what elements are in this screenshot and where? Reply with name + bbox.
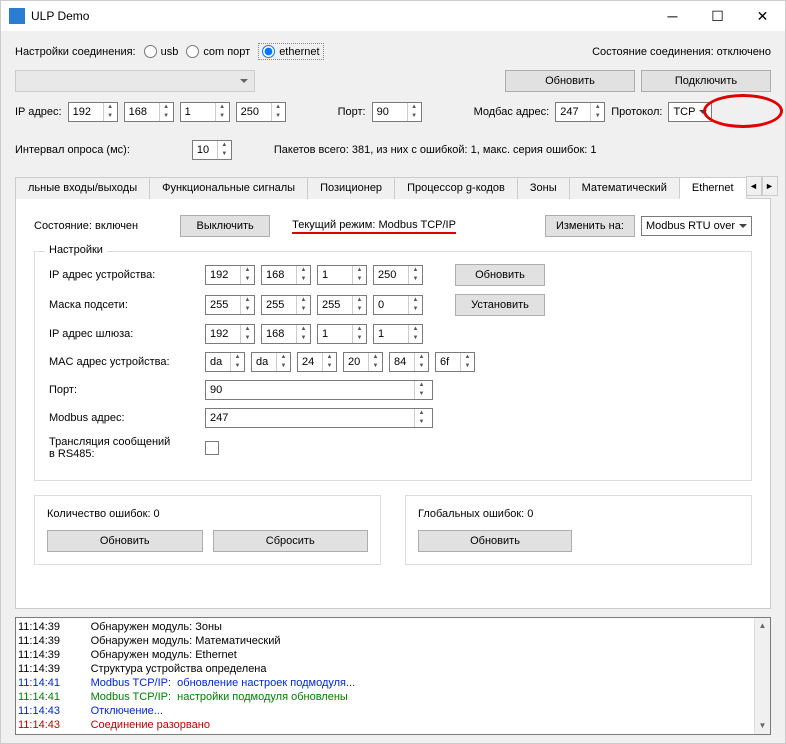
eth-port-input[interactable]: ▲▼ xyxy=(205,380,433,400)
tab-gcode[interactable]: Процессор g-кодов xyxy=(394,177,518,199)
eth-mac-2[interactable]: ▲▼ xyxy=(251,352,291,372)
eth-port-label: Порт: xyxy=(49,384,199,396)
log-line: 11:14:41 Modbus TCP/IP: обновление настр… xyxy=(18,676,768,690)
eth-mask-1[interactable]: ▲▼ xyxy=(205,295,255,315)
radio-com[interactable]: com порт xyxy=(186,45,250,58)
eth-rs485-label: Трансляция сообщений в RS485: xyxy=(49,436,199,460)
tabstrip: льные входы/выходы Функциональные сигнал… xyxy=(15,176,771,199)
eth-settings-fieldset: Настройки IP адрес устройства: ▲▼ ▲▼ ▲▼ … xyxy=(34,251,752,481)
global-errors-refresh[interactable]: Обновить xyxy=(418,530,572,552)
tab-func-signals[interactable]: Функциональные сигналы xyxy=(149,177,308,199)
eth-state: Состояние: включен xyxy=(34,220,138,232)
log-line: 11:14:39 Структура устройства определена xyxy=(18,662,768,676)
tab-ethernet[interactable]: Ethernet xyxy=(679,177,747,199)
ip-octet-1[interactable]: ▲▼ xyxy=(68,102,118,122)
log-line: 11:14:39 Обнаружен модуль: Ethernet xyxy=(18,648,768,662)
eth-rs485-checkbox[interactable] xyxy=(205,441,219,455)
device-dropdown[interactable] xyxy=(15,70,255,92)
eth-mac-3[interactable]: ▲▼ xyxy=(297,352,337,372)
scroll-up-icon[interactable]: ▲ xyxy=(755,618,770,634)
eth-gw-label: IP адрес шлюза: xyxy=(49,328,199,340)
refresh-button[interactable]: Обновить xyxy=(505,70,635,92)
tab-scroll-right[interactable]: ► xyxy=(762,176,778,196)
ethernet-panel: Состояние: включен Выключить Текущий реж… xyxy=(15,199,771,609)
eth-ipdev-4[interactable]: ▲▼ xyxy=(373,265,423,285)
port-input[interactable]: ▲▼ xyxy=(372,102,422,122)
eth-mac-4[interactable]: ▲▼ xyxy=(343,352,383,372)
scroll-down-icon[interactable]: ▼ xyxy=(755,718,770,734)
tab-scroll-left[interactable]: ◄ xyxy=(746,176,762,196)
log-line: 11:14:41 Modbus TCP/IP: настройки подмод… xyxy=(18,690,768,704)
eth-ipdev-3[interactable]: ▲▼ xyxy=(317,265,367,285)
eth-mask-2[interactable]: ▲▼ xyxy=(261,295,311,315)
local-errors-count: Количество ошибок: 0 xyxy=(47,508,368,520)
ip-octet-2[interactable]: ▲▼ xyxy=(124,102,174,122)
packets-info: Пакетов всего: 381, из них с ошибкой: 1,… xyxy=(274,144,597,156)
ip-octet-4[interactable]: ▲▼ xyxy=(236,102,286,122)
annotation-circle-protocol xyxy=(703,94,783,128)
radio-ethernet[interactable]: ethernet xyxy=(258,43,323,60)
close-button[interactable]: ✕ xyxy=(740,1,785,31)
eth-gw-2[interactable]: ▲▼ xyxy=(261,324,311,344)
eth-mask-3[interactable]: ▲▼ xyxy=(317,295,367,315)
eth-gw-3[interactable]: ▲▼ xyxy=(317,324,367,344)
ip-label: IP адрес: xyxy=(15,106,62,118)
eth-mask-label: Маска подсети: xyxy=(49,299,199,311)
tab-positioner[interactable]: Позиционер xyxy=(307,177,395,199)
app-icon xyxy=(9,8,25,24)
eth-modbus-input[interactable]: ▲▼ xyxy=(205,408,433,428)
global-errors-box: Глобальных ошибок: 0 Обновить xyxy=(405,495,752,565)
eth-ipdev-2[interactable]: ▲▼ xyxy=(261,265,311,285)
eth-mac-1[interactable]: ▲▼ xyxy=(205,352,245,372)
eth-gw-4[interactable]: ▲▼ xyxy=(373,324,423,344)
eth-mode-text: Текущий режим: Modbus TCP/IP xyxy=(292,219,456,234)
eth-off-button[interactable]: Выключить xyxy=(180,215,270,237)
eth-ipdev-label: IP адрес устройства: xyxy=(49,269,199,281)
eth-mask-4[interactable]: ▲▼ xyxy=(373,295,423,315)
log-scrollbar[interactable]: ▲ ▼ xyxy=(754,618,770,734)
log-line: 11:14:43 Соединение разорвано xyxy=(18,718,768,732)
conn-settings-label: Настройки соединения: xyxy=(15,46,136,58)
tab-io[interactable]: льные входы/выходы xyxy=(15,177,150,199)
tab-zones[interactable]: Зоны xyxy=(517,177,570,199)
eth-gw-1[interactable]: ▲▼ xyxy=(205,324,255,344)
log-line: 11:14:39 Обнаружен модуль: Зоны xyxy=(18,620,768,634)
maximize-button[interactable]: ☐ xyxy=(695,1,740,31)
eth-ipdev-1[interactable]: ▲▼ xyxy=(205,265,255,285)
eth-mac-6[interactable]: ▲▼ xyxy=(435,352,475,372)
eth-modbus-label: Modbus адрес: xyxy=(49,412,199,424)
interval-label: Интервал опроса (мс): xyxy=(15,144,130,156)
modbus-addr-input[interactable]: ▲▼ xyxy=(555,102,605,122)
eth-settings-title: Настройки xyxy=(45,244,107,256)
port-label: Порт: xyxy=(338,106,366,118)
eth-change-mode-select[interactable]: Modbus RTU over xyxy=(641,216,752,236)
eth-refresh-button[interactable]: Обновить xyxy=(455,264,545,286)
eth-mac-5[interactable]: ▲▼ xyxy=(389,352,429,372)
titlebar: ULP Demo ─ ☐ ✕ xyxy=(1,1,785,31)
ip-octet-3[interactable]: ▲▼ xyxy=(180,102,230,122)
protocol-select[interactable]: TCP xyxy=(668,102,712,122)
local-errors-refresh[interactable]: Обновить xyxy=(47,530,203,552)
connect-button[interactable]: Подключить xyxy=(641,70,771,92)
modbus-addr-label: Модбас адрес: xyxy=(474,106,550,118)
conn-status: Состояние соединения: отключено xyxy=(592,46,771,58)
window-title: ULP Demo xyxy=(31,9,650,23)
log-box[interactable]: 11:14:39 Обнаружен модуль: Зоны11:14:39 … xyxy=(15,617,771,735)
interval-input[interactable]: ▲▼ xyxy=(192,140,232,160)
tab-math[interactable]: Математический xyxy=(569,177,680,199)
local-errors-box: Количество ошибок: 0 Обновить Сбросить xyxy=(34,495,381,565)
log-line: 11:14:43 Отключение... xyxy=(18,704,768,718)
log-line: 11:14:39 Обнаружен модуль: Математически… xyxy=(18,634,768,648)
radio-usb[interactable]: usb xyxy=(144,45,179,58)
protocol-label: Протокол: xyxy=(611,106,662,118)
minimize-button[interactable]: ─ xyxy=(650,1,695,31)
global-errors-count: Глобальных ошибок: 0 xyxy=(418,508,739,520)
eth-mac-label: MAC адрес устройства: xyxy=(49,356,199,368)
local-errors-reset[interactable]: Сбросить xyxy=(213,530,369,552)
eth-change-to-button[interactable]: Изменить на: xyxy=(545,215,635,237)
eth-set-button[interactable]: Установить xyxy=(455,294,545,316)
